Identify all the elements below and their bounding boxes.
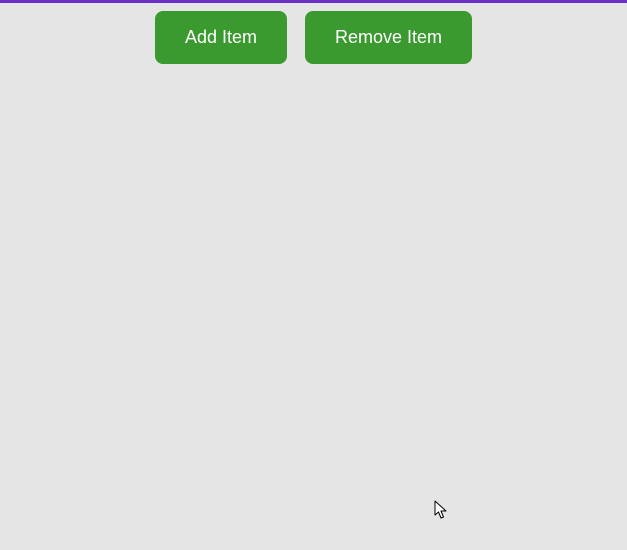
remove-item-button[interactable]: Remove Item [305,11,472,64]
toolbar: Add Item Remove Item [0,3,627,64]
add-item-button[interactable]: Add Item [155,11,287,64]
cursor-icon [434,500,450,520]
